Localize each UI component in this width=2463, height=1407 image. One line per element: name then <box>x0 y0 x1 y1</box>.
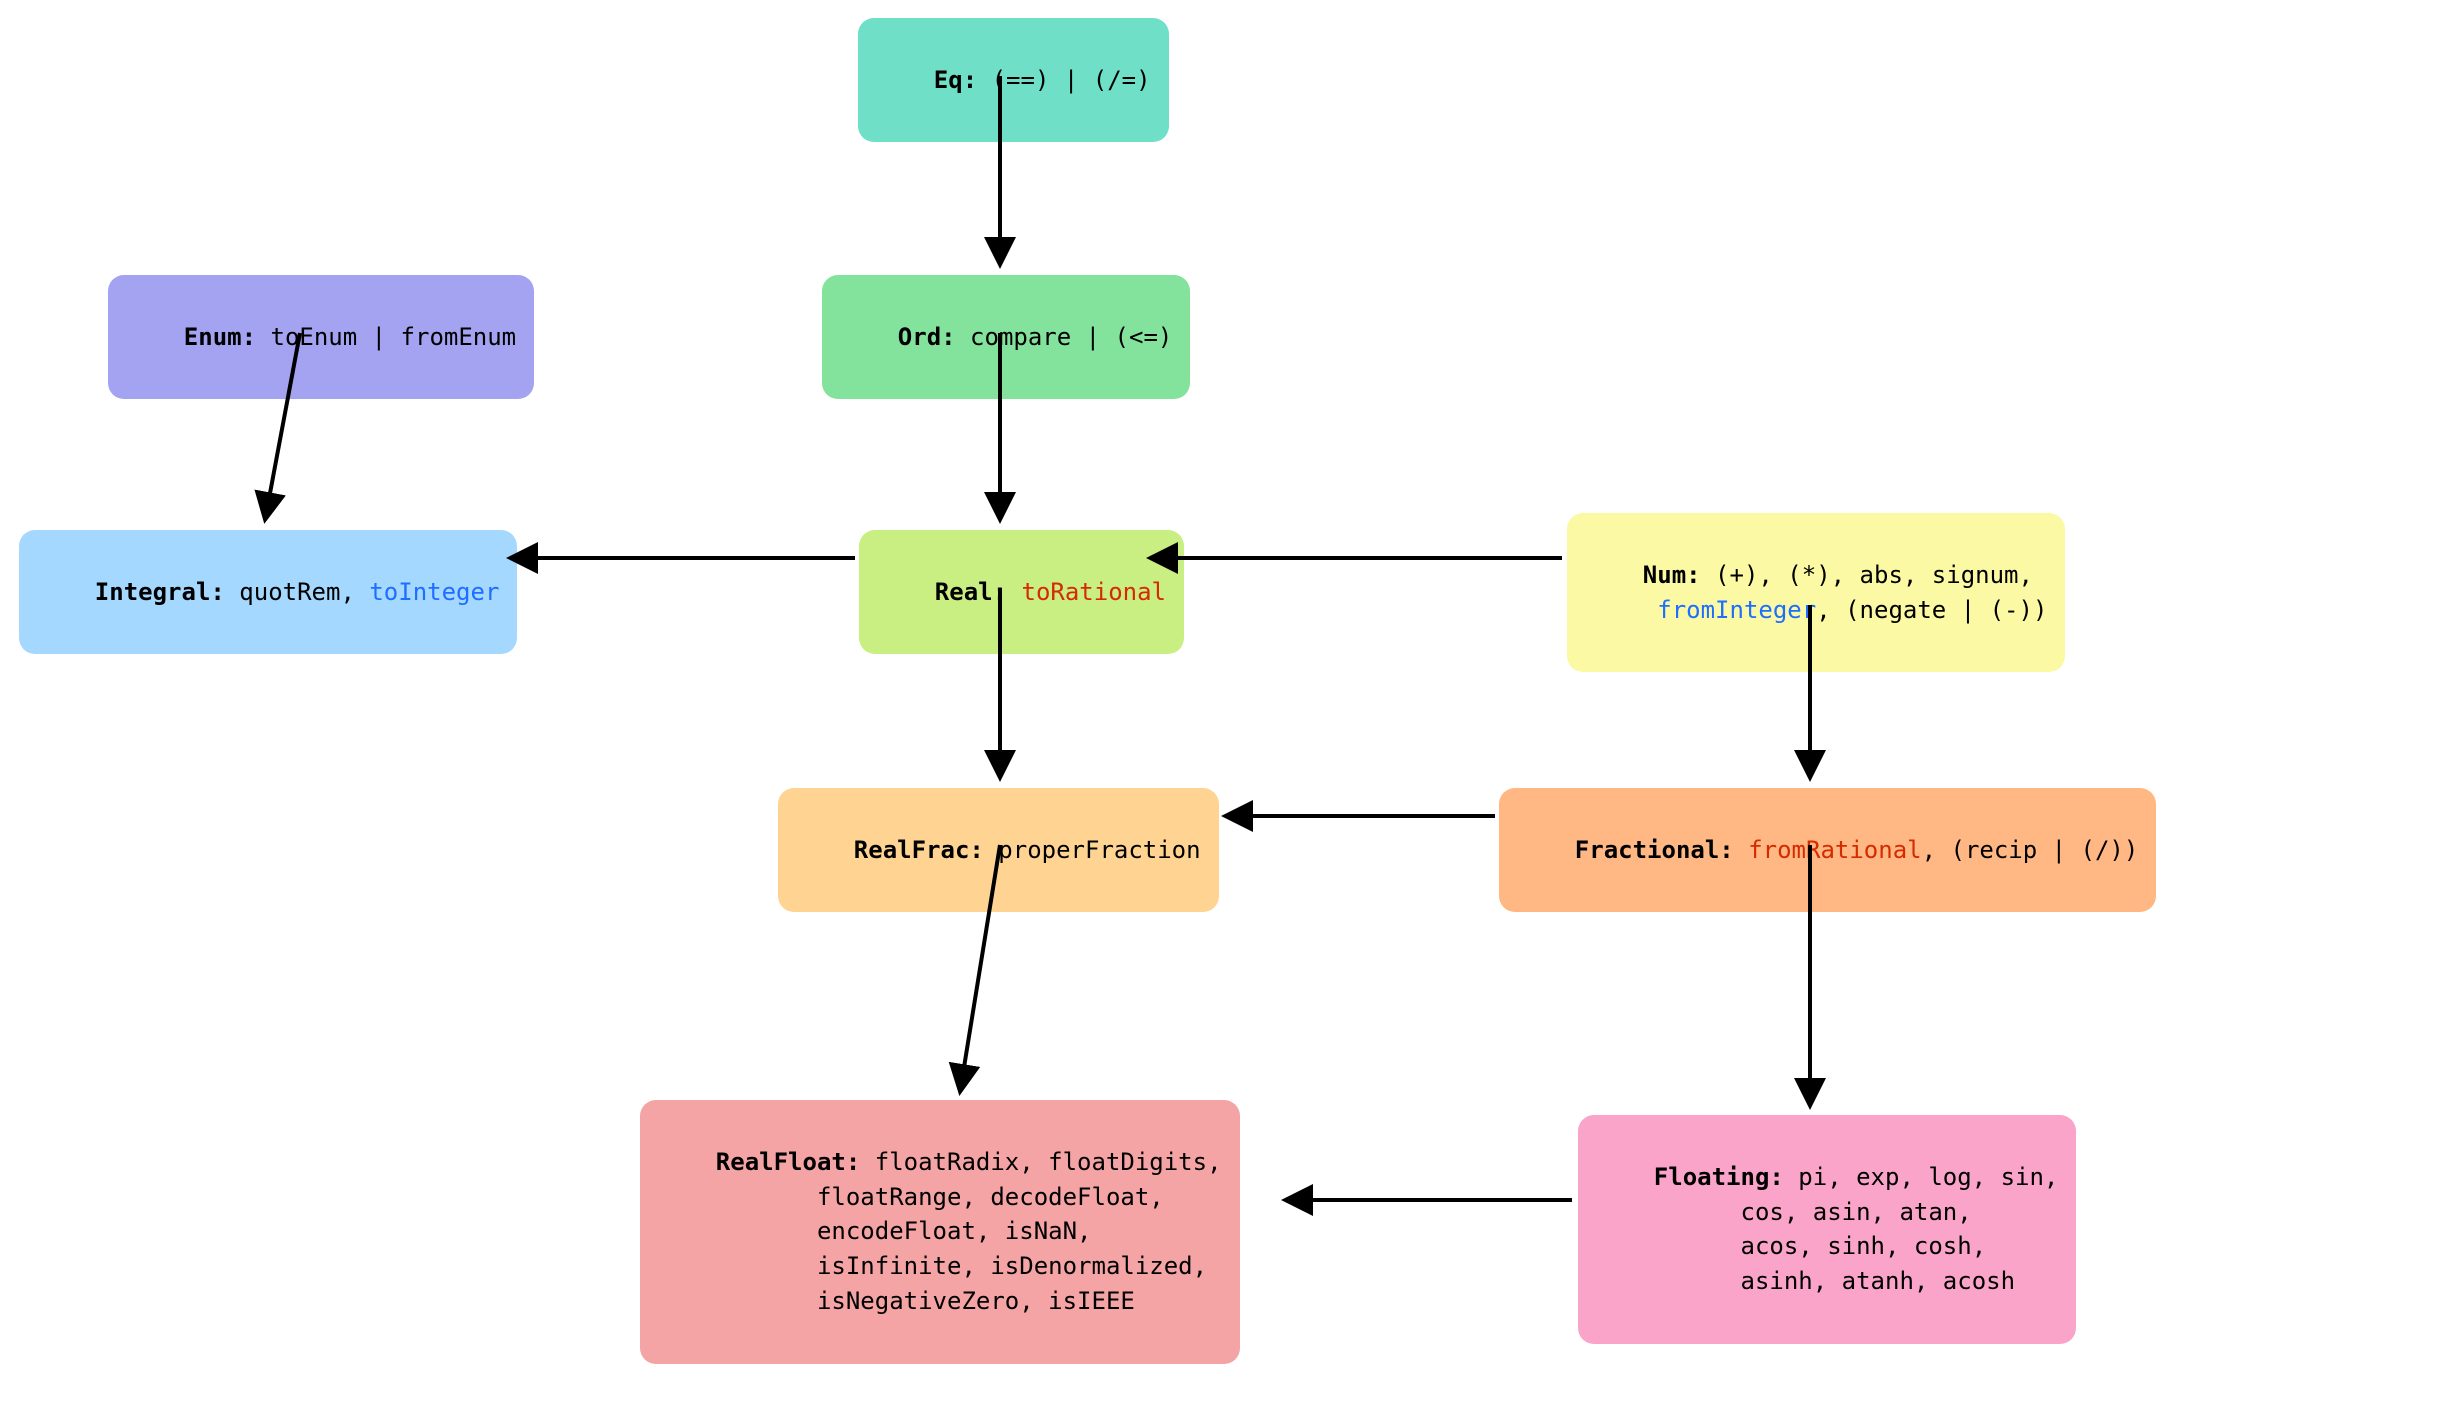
node-fractional: Fractional: fromRational, (recip | (/)) <box>1499 788 2156 912</box>
node-realfrac: RealFrac: properFraction <box>778 788 1219 912</box>
node-realfloat: RealFloat: floatRadix, floatDigits, floa… <box>640 1100 1240 1364</box>
node-floating-class: Floating: <box>1654 1163 1784 1191</box>
node-enum-body: toEnum | fromEnum <box>256 323 516 351</box>
node-realfrac-class: RealFrac: <box>854 836 984 864</box>
node-real-highlight: toRational <box>1022 578 1167 606</box>
node-floating: Floating: pi, exp, log, sin, cos, asin, … <box>1578 1115 2076 1344</box>
node-real-class: Real: <box>935 578 1007 606</box>
node-fractional-highlight: fromRational <box>1748 836 1921 864</box>
node-integral: Integral: quotRem, toInteger <box>19 530 517 654</box>
node-eq-body: (==) | (/=) <box>977 66 1150 94</box>
node-real: Real: toRational <box>859 530 1184 654</box>
node-num-highlight: fromInteger <box>1657 596 1816 624</box>
node-eq: Eq: (==) | (/=) <box>858 18 1169 142</box>
node-ord-body: compare | (<=) <box>956 323 1173 351</box>
node-integral-class: Integral: <box>95 578 225 606</box>
node-realfrac-body: properFraction <box>984 836 1201 864</box>
node-ord: Ord: compare | (<=) <box>822 275 1190 399</box>
diagram-canvas: Eq: (==) | (/=) Ord: compare | (<=) Enum… <box>0 0 2463 1407</box>
node-enum-class: Enum: <box>184 323 256 351</box>
node-enum: Enum: toEnum | fromEnum <box>108 275 534 399</box>
node-fractional-class: Fractional: <box>1575 836 1734 864</box>
node-realfloat-class: RealFloat: <box>716 1148 861 1176</box>
node-integral-highlight: toInteger <box>369 578 499 606</box>
node-eq-class: Eq: <box>934 66 977 94</box>
node-num: Num: (+), (*), abs, signum, fromInteger,… <box>1567 513 2065 672</box>
node-num-class: Num: <box>1643 561 1701 589</box>
node-ord-class: Ord: <box>898 323 956 351</box>
